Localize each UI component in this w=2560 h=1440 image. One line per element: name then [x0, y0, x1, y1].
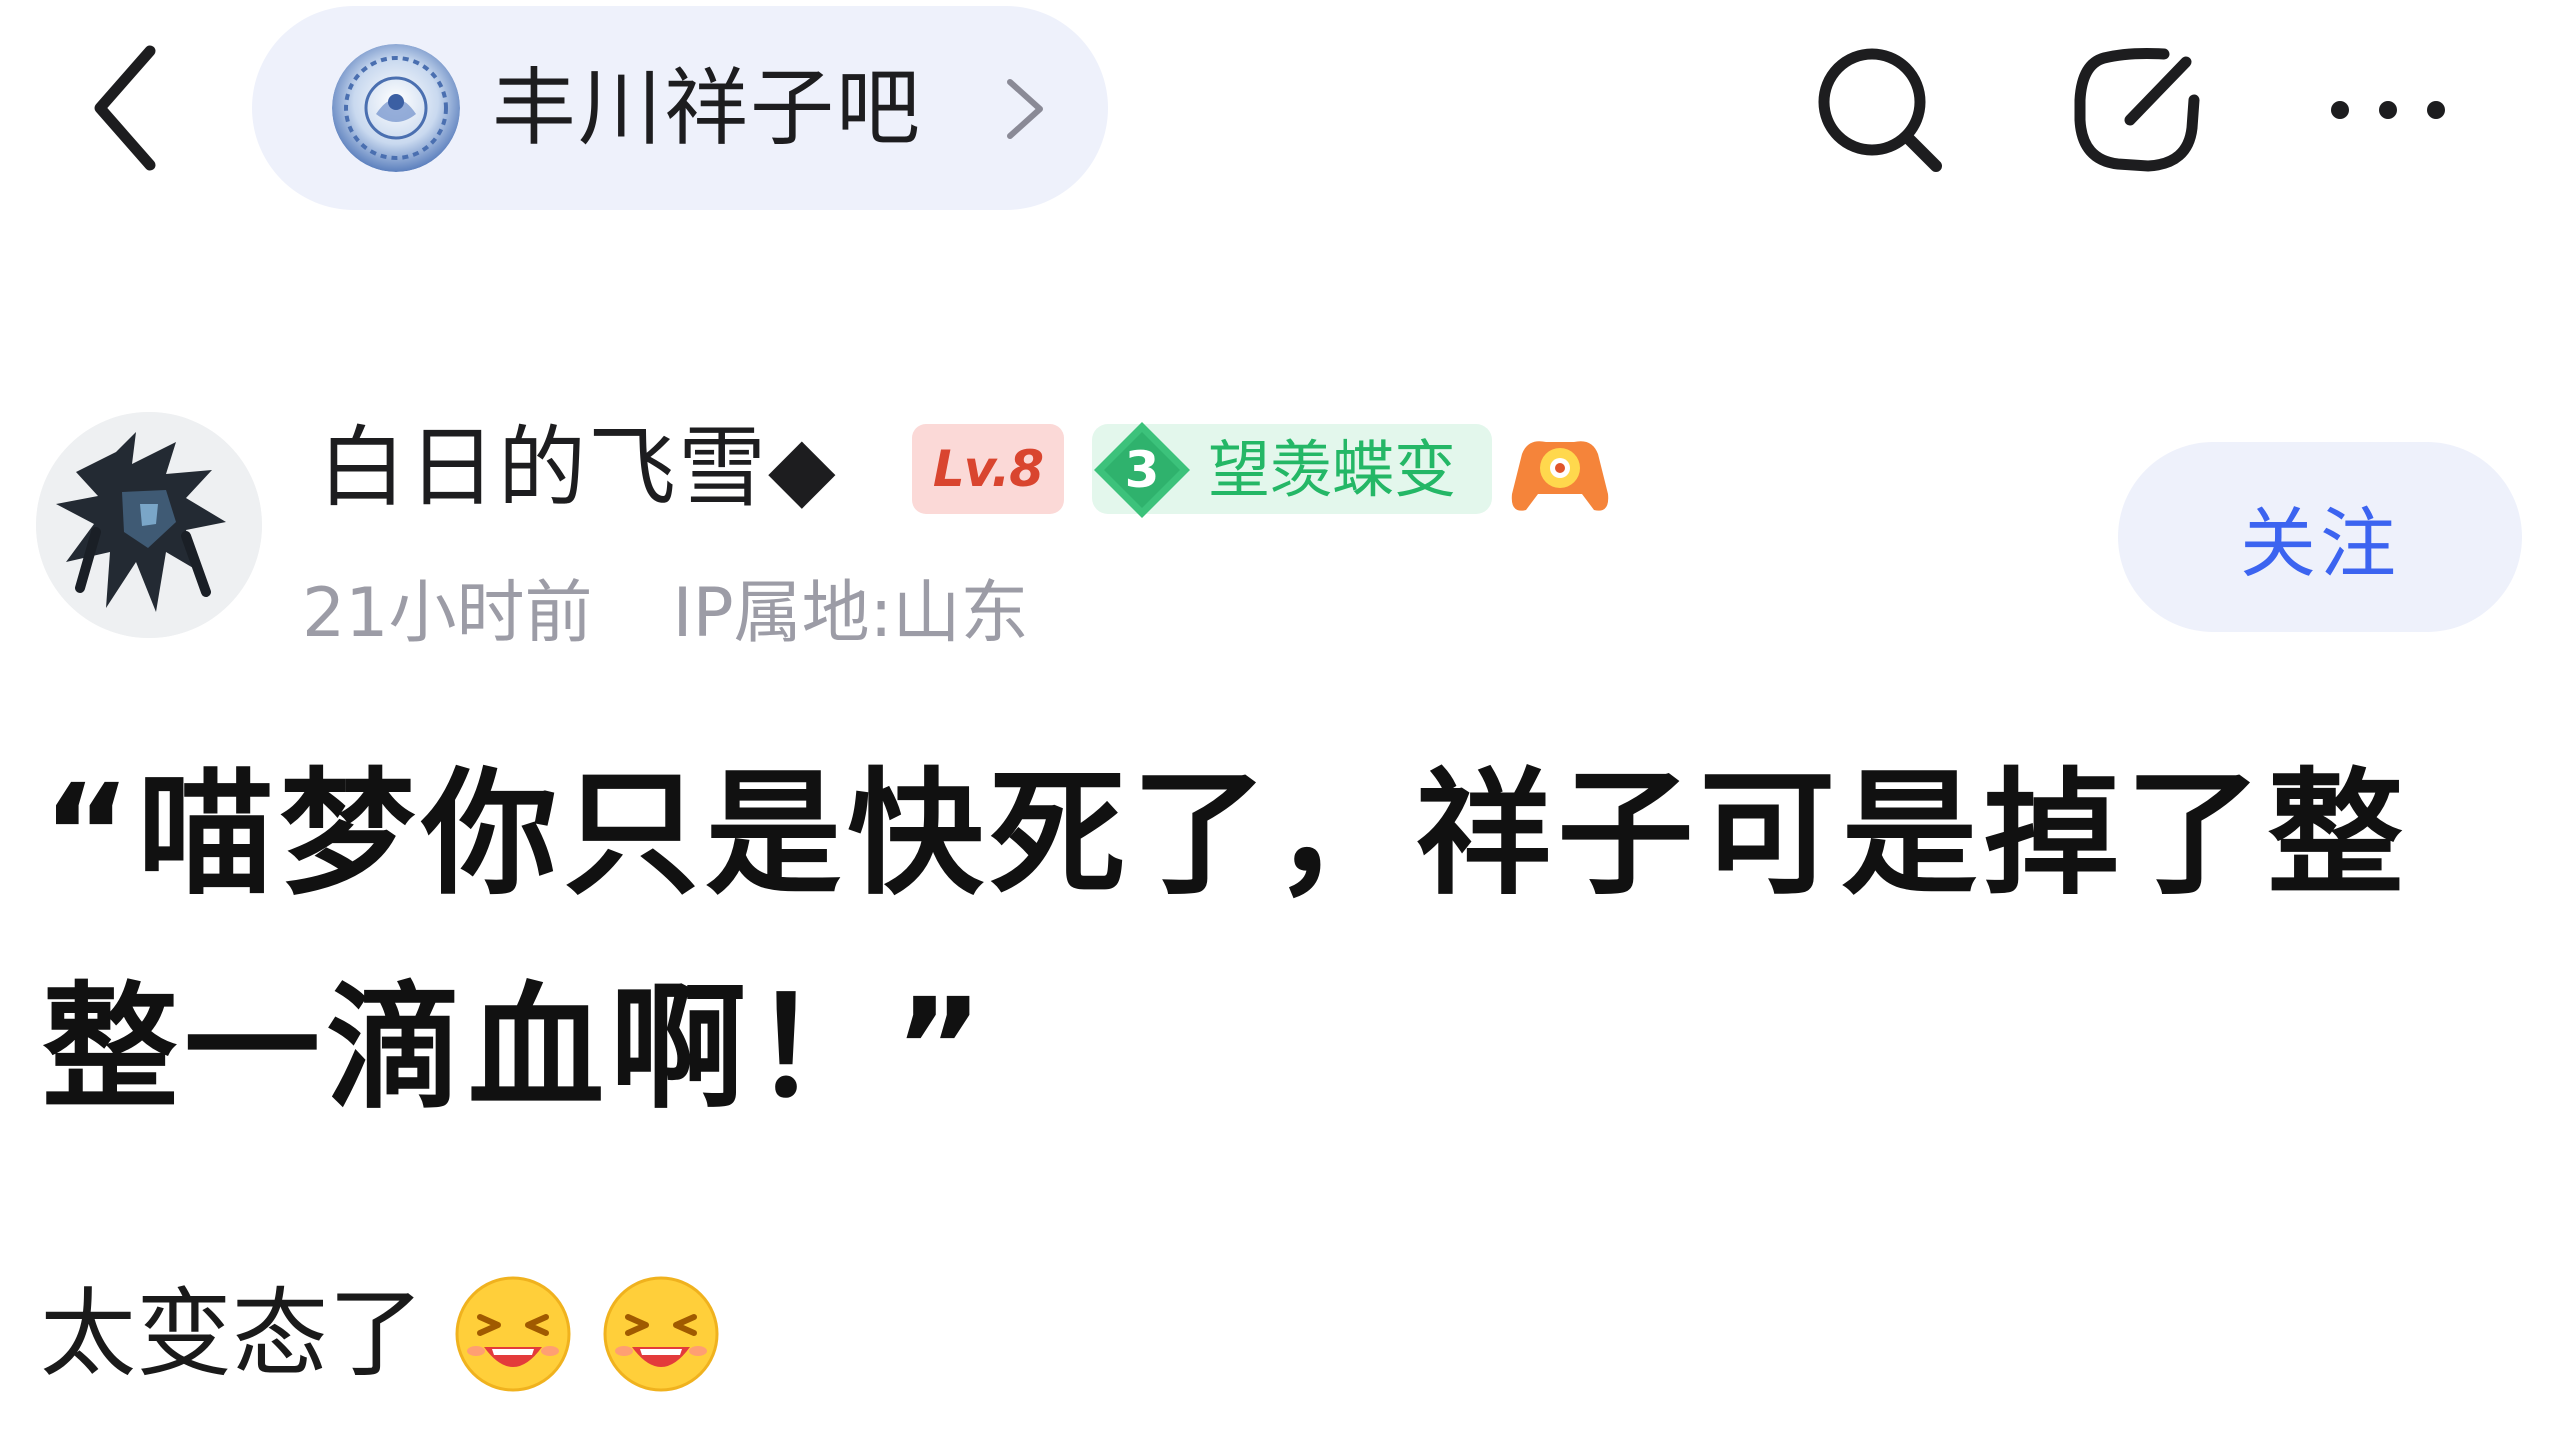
follow-button[interactable]: 关注: [2118, 442, 2522, 632]
share-button[interactable]: [2068, 40, 2208, 180]
gamepad-badge-icon: [1511, 441, 1609, 511]
search-button[interactable]: [1810, 40, 1950, 180]
level-badge: Lv.8: [912, 424, 1064, 514]
share-icon: [2074, 48, 2200, 172]
laughing-emoji: [455, 1276, 571, 1392]
top-nav-bar: 丰川祥子吧: [0, 0, 2560, 220]
forum-name: 丰川祥子吧: [492, 59, 923, 157]
author-name[interactable]: 白日的飞雪◆: [318, 408, 838, 528]
title-badge-number: 3: [1124, 441, 1160, 499]
title-badge-text: 望羡蝶变: [1208, 433, 1457, 506]
title-badge: 3 望羡蝶变: [1092, 422, 1492, 518]
author-avatar[interactable]: [36, 412, 262, 638]
forum-entry-pill[interactable]: 丰川祥子吧: [252, 6, 1108, 210]
more-button[interactable]: [2318, 40, 2458, 180]
post-time: 21小时前: [302, 574, 593, 653]
chevron-left-icon: [94, 45, 156, 171]
post-meta: 21小时前 IP属地:山东: [302, 566, 1029, 662]
more-icon: [2331, 101, 2445, 119]
search-icon: [1818, 48, 1942, 172]
post-title: “喵梦你只是快死了，祥子可是掉了整整一滴血啊！”: [42, 756, 2410, 1128]
chevron-right-icon: [1007, 79, 1043, 139]
laughing-emoji: [603, 1276, 719, 1392]
post-content-text: 太变态了: [40, 1278, 424, 1390]
post-content: 太变态了: [40, 1264, 720, 1404]
forum-avatar: [332, 44, 460, 172]
back-button[interactable]: [70, 38, 180, 178]
ip-location: IP属地:山东: [672, 574, 1029, 653]
